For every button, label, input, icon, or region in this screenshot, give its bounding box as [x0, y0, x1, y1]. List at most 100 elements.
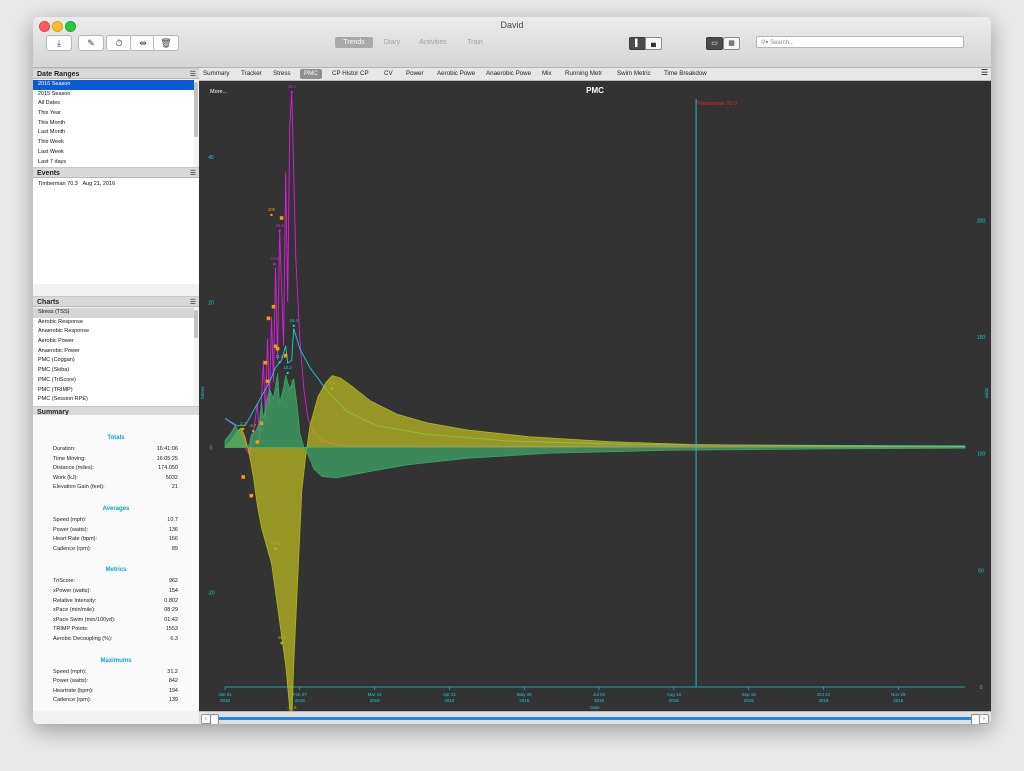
data-point-dot — [290, 385, 293, 389]
summary-value: 962 — [168, 578, 178, 585]
view-tab-diary[interactable]: Diary — [378, 37, 406, 48]
tile-icon: ▦ — [728, 40, 735, 47]
date_ranges-item[interactable]: 2015 Season — [33, 90, 194, 100]
charts-menu-icon[interactable]: ☰ — [190, 297, 196, 308]
date_ranges-item[interactable]: Last Week — [33, 148, 194, 158]
summary-label: xPower (watts): — [53, 588, 91, 594]
summary-row: Cadence (rpm): 139 — [53, 696, 178, 705]
events-list: Timberman 70.3 Aug 21, 2016 — [33, 178, 199, 284]
tile-view-button[interactable]: ▦ — [723, 37, 740, 50]
x-axis-tick-label: Jan 01 — [218, 692, 232, 697]
pmc-chart[interactable]: 40200-20200150100500Stress wattsDateJan 0… — [199, 81, 991, 711]
date_ranges-item[interactable]: Last 7 days — [33, 158, 194, 168]
tab-stress[interactable]: Stress — [273, 69, 291, 79]
summary-row: Speed (mph): 31.2 — [53, 668, 178, 677]
left-axis-tick-label: 40 — [208, 155, 214, 161]
charts-item[interactable]: PMC (Session RPE) — [33, 395, 194, 405]
range-start-handle[interactable] — [210, 714, 219, 724]
charts-item[interactable]: Anaerobic Response — [33, 327, 194, 337]
summary-row: Relative Intensity: 0.802 — [53, 597, 178, 606]
tab-aerobic-powe[interactable]: Aerobic Powe — [437, 69, 475, 79]
summary-label: xPace (min/mile): — [53, 607, 96, 614]
tab-cv[interactable]: CV — [384, 69, 393, 79]
data-label: 49.1 — [288, 84, 297, 89]
tab-pmc[interactable]: PMC — [300, 69, 322, 79]
data-label: 6.3 — [258, 422, 264, 427]
summary-label: Distance (miles): — [53, 465, 94, 472]
tab-mix[interactable]: Mix — [542, 69, 552, 79]
tab-time-breakdow[interactable]: Time Breakdow — [664, 69, 707, 79]
date-ranges-menu-icon[interactable]: ☰ — [190, 69, 196, 80]
x-axis-tick-label: Sep 16 — [742, 692, 757, 697]
summary-label: Speed (mph): — [53, 517, 87, 523]
charts-item[interactable]: Aerobic Power — [33, 337, 194, 347]
data-point-dot — [278, 229, 281, 232]
charts-item[interactable]: Aerobic Response — [33, 318, 194, 328]
view-tab-train[interactable]: Train — [461, 37, 489, 48]
left-axis-tick-label: -20 — [207, 591, 214, 597]
date_ranges-item[interactable]: This Week — [33, 138, 194, 148]
x-axis-tick-label: Feb 07 — [293, 692, 308, 697]
tab-summary[interactable]: Summary — [203, 69, 229, 79]
summary-row: xPace (min/mile): 08:29 — [53, 606, 178, 615]
summary-row: Work (kJ): 5032 — [53, 474, 178, 483]
charts-scrollbar[interactable] — [194, 310, 198, 338]
data-label: 30.6 — [276, 223, 285, 228]
charts-item[interactable]: PMC (TriScore) — [33, 376, 194, 386]
title-bar: David ⤓ ✎ ⏱ ⇹ 🗑 Trends Diary Activities … — [33, 17, 991, 68]
sidebar: Date Ranges ☰ 2016 Season 2015 Season All D… — [33, 68, 199, 724]
date-ranges-scrollbar[interactable] — [194, 82, 198, 137]
tab-power[interactable]: Power — [406, 69, 424, 79]
view-tab-activities[interactable]: Activities — [413, 37, 453, 48]
data-label: -37.8 — [287, 705, 297, 710]
event-item[interactable]: Timberman 70.3 Aug 21, 2016 — [38, 181, 115, 187]
tab-view-button[interactable]: ▭ — [706, 37, 723, 50]
summary-section-title: Metrics — [105, 567, 127, 574]
charts-item[interactable]: Anaerobic Power — [33, 347, 194, 357]
charts-item[interactable]: Stress (TSS) — [33, 308, 194, 318]
peak-power-marker — [271, 304, 276, 309]
summary-label: Aerobic Decoupling (%): — [53, 636, 113, 642]
summary-label: Work (kJ): — [53, 474, 78, 481]
x-axis-tick-year: 2016 — [444, 698, 455, 703]
data-point-dot — [290, 90, 293, 94]
date_ranges-item[interactable]: This Year — [33, 109, 194, 119]
tab-cp[interactable]: CP — [360, 69, 369, 79]
date_ranges-item[interactable]: This Month — [33, 119, 194, 129]
charts-item[interactable]: PMC (Skiba) — [33, 366, 194, 376]
date_ranges-item[interactable]: 2016 Season — [33, 80, 194, 90]
tabs-menu-icon[interactable]: ☰ — [981, 68, 988, 77]
delete-button[interactable]: 🗑 — [153, 35, 179, 51]
date_ranges-item[interactable]: All Dates — [33, 99, 194, 109]
summary-row: TRIMP Points: 1553 — [53, 625, 178, 634]
x-axis-tick-label: Mar 15 — [368, 692, 383, 697]
date_ranges-item[interactable]: Last Month — [33, 128, 194, 138]
range-track[interactable] — [211, 717, 977, 720]
edit-icon: ✎ — [87, 38, 95, 48]
summary-label: Duration: — [53, 446, 76, 452]
summary-value: 136 — [168, 526, 178, 533]
data-point-dot — [270, 213, 273, 217]
scroll-right-button[interactable]: › — [979, 714, 989, 724]
x-axis-tick-label: Apr 21 — [443, 692, 457, 697]
view-tab-trends[interactable]: Trends — [335, 37, 373, 48]
summary-row: Heartrate (bpm): 194 — [53, 687, 178, 696]
download-button[interactable]: ⤓ — [46, 35, 72, 51]
date-ranges-header: Date Ranges ☰ — [33, 68, 199, 79]
summary-label: Power (watts): — [53, 678, 89, 685]
summary-value: 16:05:25 — [156, 455, 178, 462]
bottom-panel-icon: ▄ — [651, 40, 656, 47]
bottom-panel-toggle-button[interactable]: ▄ — [645, 37, 662, 50]
tab-swim-metric[interactable]: Swim Metric — [617, 69, 651, 79]
stopwatch-button[interactable]: ⏱ — [106, 35, 132, 51]
sidebar-toggle-button[interactable]: ▌ — [629, 37, 646, 50]
edit-button[interactable]: ✎ — [78, 35, 104, 51]
charts-item[interactable]: PMC (TRIMP) — [33, 386, 194, 396]
tab-running-metr[interactable]: Running Metr — [565, 69, 602, 79]
tab-anaerobic-powe[interactable]: Anaerobic Powe — [486, 69, 531, 79]
tab-tracker[interactable]: Tracker — [241, 69, 262, 79]
summary-row: Speed (mph): 10.7 — [53, 516, 178, 525]
search-input[interactable]: ⚲▾ Search... — [756, 36, 964, 48]
charts-item[interactable]: PMC (Coggan) — [33, 356, 194, 366]
tab-cp-histor[interactable]: CP Histor — [332, 69, 358, 79]
